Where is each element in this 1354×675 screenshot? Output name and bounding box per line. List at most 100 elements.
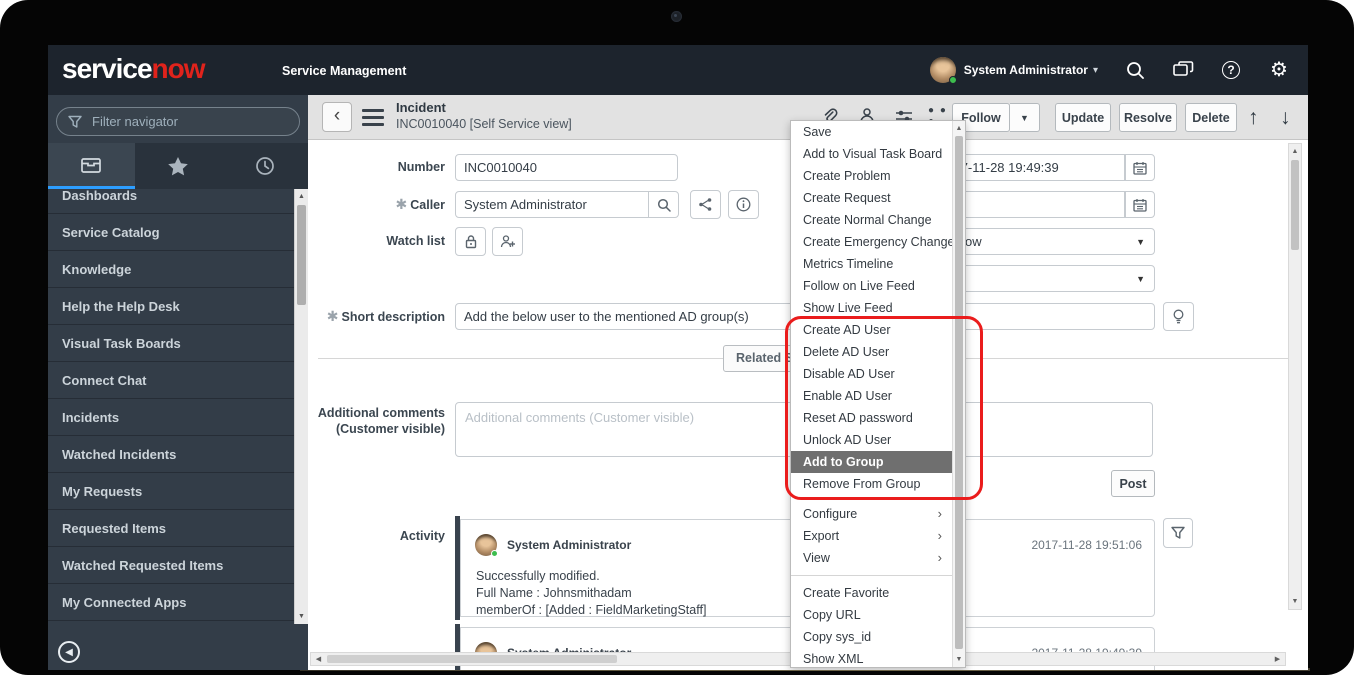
- content-vertical-scrollbar[interactable]: ▲ ▼: [1288, 143, 1302, 610]
- sidebar-collapse-button[interactable]: ◀: [58, 641, 80, 663]
- scroll-up-arrow[interactable]: ▲: [295, 190, 308, 203]
- gear-icon[interactable]: ⚙: [1268, 59, 1290, 81]
- menu-item-export[interactable]: Export›: [791, 525, 952, 547]
- activity-entry-text: Successfully modified.Full Name : Johnsm…: [476, 568, 706, 619]
- user-menu[interactable]: System Administrator: [964, 63, 1088, 77]
- sidebar-item-visual-task-boards[interactable]: Visual Task Boards: [48, 325, 294, 362]
- filter-navigator[interactable]: [56, 107, 300, 136]
- scroll-thumb[interactable]: [327, 655, 617, 663]
- tab-history[interactable]: [221, 143, 308, 189]
- menu-item-copy-url[interactable]: Copy URL: [791, 604, 952, 626]
- menu-item-add-to-group[interactable]: Add to Group: [791, 451, 952, 473]
- menu-item-create-request[interactable]: Create Request: [791, 187, 952, 209]
- activity-filter-button[interactable]: [1163, 518, 1193, 548]
- sidebar-item-connect-chat[interactable]: Connect Chat: [48, 362, 294, 399]
- chevron-down-icon[interactable]: ▾: [1093, 65, 1098, 76]
- scroll-right-arrow[interactable]: ▶: [1271, 653, 1284, 665]
- menu-item-unlock-ad-user[interactable]: Unlock AD User: [791, 429, 952, 451]
- sidebar-item-requested-items[interactable]: Requested Items: [48, 510, 294, 547]
- sidebar-scrollbar[interactable]: ▲ ▼: [294, 189, 308, 624]
- camera-dot: [671, 11, 682, 22]
- menu-item-label: Save: [803, 125, 832, 139]
- tab-favorites[interactable]: [135, 143, 222, 189]
- filter-navigator-input[interactable]: [90, 113, 280, 130]
- menu-item-label: Unlock AD User: [803, 433, 891, 447]
- calendar-icon: [1133, 198, 1147, 212]
- menu-item-create-problem[interactable]: Create Problem: [791, 165, 952, 187]
- menu-item-view[interactable]: View›: [791, 547, 952, 569]
- caller-lookup-button[interactable]: [648, 191, 679, 218]
- follow-caret-button[interactable]: ▼: [1010, 103, 1040, 132]
- resolve-button[interactable]: Resolve: [1119, 103, 1177, 132]
- menu-item-label: Create Request: [803, 191, 891, 205]
- scroll-down-arrow[interactable]: ▼: [953, 653, 965, 666]
- menu-item-save[interactable]: Save: [791, 121, 952, 143]
- menu-item-create-favorite[interactable]: Create Favorite: [791, 582, 952, 604]
- knowledge-search-button[interactable]: [1163, 302, 1194, 331]
- scroll-down-arrow[interactable]: ▼: [1289, 595, 1301, 608]
- sidebar-item-my-connected-apps[interactable]: My Connected Apps: [48, 584, 294, 621]
- previous-record-arrow[interactable]: ↑: [1248, 105, 1259, 131]
- next-record-arrow[interactable]: ↓: [1280, 105, 1291, 131]
- scroll-up-arrow[interactable]: ▲: [953, 122, 965, 135]
- menu-item-create-emergency-change[interactable]: Create Emergency Change: [791, 231, 952, 253]
- menu-item-copy-sys-id[interactable]: Copy sys_id: [791, 626, 952, 648]
- tab-all-applications[interactable]: [48, 143, 135, 189]
- post-button[interactable]: Post: [1111, 470, 1155, 497]
- user-avatar[interactable]: [930, 57, 956, 83]
- watch-list-add-person-button[interactable]: [492, 227, 523, 256]
- menu-item-configure[interactable]: Configure›: [791, 503, 952, 525]
- update-button[interactable]: Update: [1055, 103, 1111, 132]
- sidebar-item-watched-incidents[interactable]: Watched Incidents: [48, 436, 294, 473]
- menu-item-label: Reset AD password: [803, 411, 913, 425]
- scroll-down-arrow[interactable]: ▼: [295, 610, 308, 623]
- delete-button[interactable]: Delete: [1185, 103, 1237, 132]
- submenu-arrow-icon: ›: [938, 525, 942, 547]
- caller-input[interactable]: [455, 191, 649, 218]
- scroll-thumb[interactable]: [1291, 160, 1299, 250]
- form-context-menu-icon[interactable]: [362, 109, 384, 130]
- back-button[interactable]: ‹: [322, 102, 352, 132]
- context-menu-scrollbar[interactable]: ▲ ▼: [952, 121, 965, 667]
- sidebar-item-knowledge[interactable]: Knowledge: [48, 251, 294, 288]
- menu-item-label: Create Favorite: [803, 586, 889, 600]
- sidebar-item-help-the-help-desk[interactable]: Help the Help Desk: [48, 288, 294, 325]
- sidebar-nav: DashboardsService CatalogKnowledgeHelp t…: [48, 189, 294, 624]
- menu-item-disable-ad-user[interactable]: Disable AD User: [791, 363, 952, 385]
- menu-item-enable-ad-user[interactable]: Enable AD User: [791, 385, 952, 407]
- menu-item-metrics-timeline[interactable]: Metrics Timeline: [791, 253, 952, 275]
- menu-item-remove-from-group[interactable]: Remove From Group: [791, 473, 952, 495]
- caller-org-chart-button[interactable]: [690, 190, 721, 219]
- connect-chat-icon[interactable]: [1172, 59, 1194, 81]
- date2-calendar-button[interactable]: [1125, 191, 1155, 218]
- sidebar-item-dashboards[interactable]: Dashboards: [48, 189, 294, 214]
- menu-item-show-live-feed[interactable]: Show Live Feed: [791, 297, 952, 319]
- help-icon[interactable]: ?: [1220, 59, 1242, 81]
- scroll-thumb[interactable]: [297, 205, 306, 305]
- menu-item-show-xml[interactable]: Show XML: [791, 648, 952, 667]
- scroll-up-arrow[interactable]: ▲: [1289, 145, 1301, 158]
- sidebar-item-my-requests[interactable]: My Requests: [48, 473, 294, 510]
- sidebar-item-incidents[interactable]: Incidents: [48, 399, 294, 436]
- menu-item-label: View: [803, 551, 830, 565]
- caller-info-button[interactable]: [728, 190, 759, 219]
- sidebar-item-service-catalog[interactable]: Service Catalog: [48, 214, 294, 251]
- sidebar-item-watched-requested-items[interactable]: Watched Requested Items: [48, 547, 294, 584]
- clock-icon: [255, 156, 275, 176]
- menu-item-add-to-visual-task-board[interactable]: Add to Visual Task Board: [791, 143, 952, 165]
- opened-calendar-button[interactable]: [1125, 154, 1155, 181]
- watch-list-lock-button[interactable]: [455, 227, 486, 256]
- avatar: [475, 534, 497, 556]
- menu-item-delete-ad-user[interactable]: Delete AD User: [791, 341, 952, 363]
- menu-item-create-ad-user[interactable]: Create AD User: [791, 319, 952, 341]
- select-caret-icon: ▼: [1136, 237, 1145, 247]
- activity-timestamp: 2017-11-28 19:51:06: [1031, 538, 1142, 552]
- number-input[interactable]: [455, 154, 678, 181]
- global-search-icon[interactable]: [1124, 59, 1146, 81]
- scroll-thumb[interactable]: [955, 136, 963, 649]
- menu-item-follow-on-live-feed[interactable]: Follow on Live Feed: [791, 275, 952, 297]
- lock-icon: [464, 234, 478, 249]
- menu-item-create-normal-change[interactable]: Create Normal Change: [791, 209, 952, 231]
- menu-item-reset-ad-password[interactable]: Reset AD password: [791, 407, 952, 429]
- scroll-left-arrow[interactable]: ◀: [312, 653, 325, 665]
